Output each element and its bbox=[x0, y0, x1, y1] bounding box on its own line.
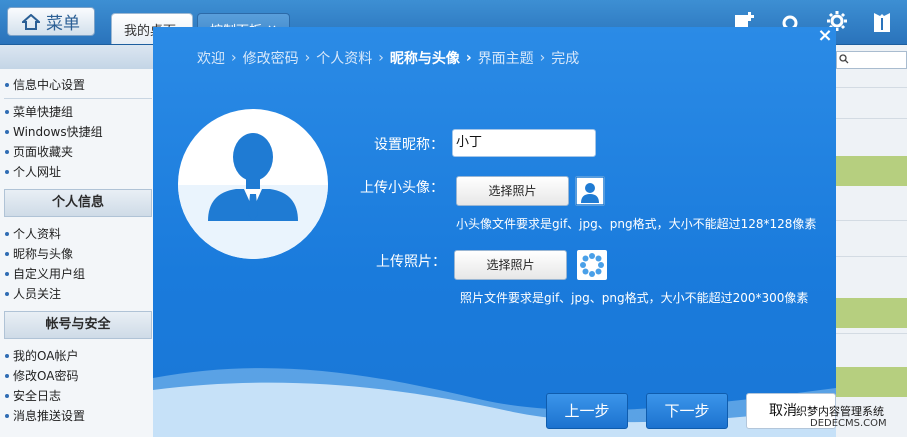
avatar-preview bbox=[178, 109, 328, 259]
chevron-right-icon: › bbox=[231, 50, 237, 66]
sidebar-item-nickname-avatar[interactable]: 昵称与头像 bbox=[0, 244, 153, 264]
watermark: 织梦内容管理系统 bbox=[796, 405, 884, 418]
sidebar-item-security-log[interactable]: 安全日志 bbox=[0, 386, 153, 406]
sidebar-item-follows[interactable]: 人员关注 bbox=[0, 284, 153, 304]
sidebar-group-personal: 个人资料 昵称与头像 自定义用户组 人员关注 bbox=[0, 224, 153, 304]
user-icon[interactable] bbox=[870, 10, 894, 34]
sidebar-item-custom-groups[interactable]: 自定义用户组 bbox=[0, 264, 153, 284]
prev-button[interactable]: 上一步 bbox=[546, 393, 628, 429]
sidebar-group-account: 我的OA帐户 修改OA密码 安全日志 消息推送设置 bbox=[0, 346, 153, 426]
small-avatar-hint: 小头像文件要求是gif、jpg、png格式，大小不能超过128*128像素 bbox=[456, 217, 817, 231]
close-icon[interactable]: × bbox=[815, 26, 835, 46]
choose-photo-button[interactable]: 选择照片 bbox=[454, 250, 567, 280]
step-finish[interactable]: 完成 bbox=[551, 48, 579, 68]
step-welcome[interactable]: 欢迎 bbox=[197, 48, 225, 68]
chevron-right-icon: › bbox=[465, 50, 472, 66]
sidebar-item-personal-urls[interactable]: 个人网址 bbox=[0, 162, 153, 182]
sidebar-item-info-center[interactable]: 信息中心设置 bbox=[0, 75, 153, 95]
wave-decoration bbox=[153, 368, 836, 437]
sidebar-item-menu-shortcuts[interactable]: 菜单快捷组 bbox=[0, 102, 153, 122]
sidebar-item-profile[interactable]: 个人资料 bbox=[0, 224, 153, 244]
breadcrumb: 欢迎 › 修改密码 › 个人资料 › 昵称与头像 › 界面主题 › 完成 bbox=[197, 48, 579, 68]
step-change-password[interactable]: 修改密码 bbox=[243, 48, 299, 68]
loading-icon bbox=[577, 250, 607, 280]
photo-hint: 照片文件要求是gif、jpg、png格式，大小不能超过200*300像素 bbox=[460, 291, 809, 305]
chevron-right-icon: › bbox=[539, 50, 546, 66]
menu-button[interactable]: 菜单 bbox=[7, 7, 95, 36]
sidebar-group-info: 信息中心设置 bbox=[0, 75, 153, 95]
table-row bbox=[836, 367, 907, 397]
table-row bbox=[836, 256, 907, 257]
sidebar-item-push-settings[interactable]: 消息推送设置 bbox=[0, 406, 153, 426]
home-icon bbox=[22, 13, 40, 30]
sidebar-item-favorites[interactable]: 页面收藏夹 bbox=[0, 142, 153, 162]
sidebar-item-oa-account[interactable]: 我的OA帐户 bbox=[0, 346, 153, 366]
table-row bbox=[836, 156, 907, 186]
small-avatar-icon bbox=[575, 176, 605, 206]
small-avatar-label: 上传小头像： bbox=[360, 180, 444, 196]
chevron-right-icon: › bbox=[378, 50, 384, 66]
choose-small-avatar-button[interactable]: 选择照片 bbox=[456, 176, 569, 206]
sidebar-item-windows-shortcuts[interactable]: Windows快捷组 bbox=[0, 122, 153, 142]
search-input[interactable] bbox=[836, 51, 907, 69]
sidebar-section-personal-info[interactable]: 个人信息 bbox=[4, 189, 152, 217]
table-row bbox=[836, 220, 907, 221]
table-row bbox=[836, 298, 907, 328]
divider bbox=[4, 98, 152, 99]
person-icon bbox=[178, 133, 328, 259]
menu-label: 菜单 bbox=[46, 14, 80, 34]
search-icon bbox=[839, 54, 849, 64]
step-theme[interactable]: 界面主题 bbox=[478, 48, 534, 68]
sidebar-item-change-password[interactable]: 修改OA密码 bbox=[0, 366, 153, 386]
table-row bbox=[836, 118, 907, 119]
nickname-input[interactable]: 小丁 bbox=[452, 129, 596, 157]
table-row bbox=[836, 333, 907, 334]
step-nickname-avatar[interactable]: 昵称与头像 bbox=[390, 48, 460, 68]
step-profile[interactable]: 个人资料 bbox=[316, 48, 372, 68]
sidebar-top-strip bbox=[0, 45, 153, 69]
chevron-right-icon: › bbox=[304, 50, 311, 66]
next-button[interactable]: 下一步 bbox=[646, 393, 728, 429]
nickname-label: 设置昵称： bbox=[374, 137, 444, 153]
sidebar-section-account-security[interactable]: 帐号与安全 bbox=[4, 311, 152, 339]
watermark-url: DEDECMS.COM bbox=[810, 418, 887, 429]
sidebar-group-shortcuts: 菜单快捷组 Windows快捷组 页面收藏夹 个人网址 bbox=[0, 102, 153, 182]
table-row bbox=[836, 87, 907, 88]
photo-label: 上传照片： bbox=[376, 254, 446, 270]
